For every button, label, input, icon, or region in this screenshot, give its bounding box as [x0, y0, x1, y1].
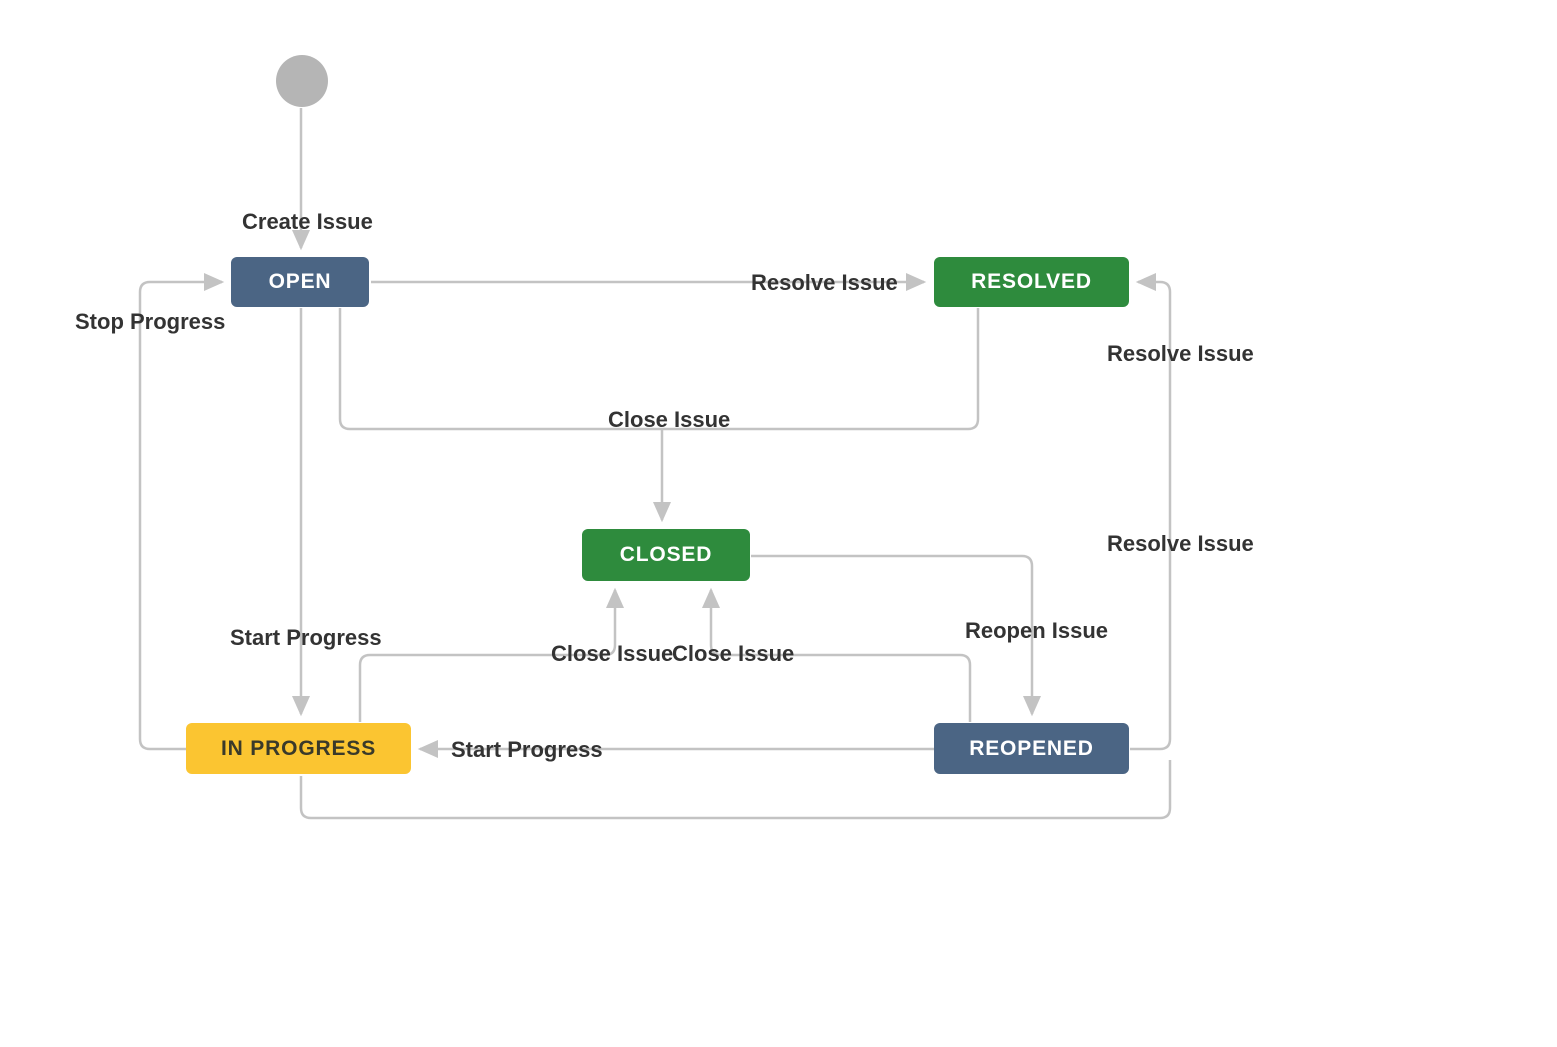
- state-resolved: RESOLVED: [934, 257, 1129, 307]
- state-reopened-label: REOPENED: [969, 737, 1094, 761]
- workflow-diagram: OPEN RESOLVED CLOSED IN PROGRESS REOPENE…: [0, 0, 1557, 1047]
- label-resolve-issue: Resolve Issue: [751, 270, 898, 296]
- label-reopen-issue: Reopen Issue: [965, 618, 1108, 644]
- state-closed-label: CLOSED: [620, 543, 713, 567]
- label-stop-progress: Stop Progress: [75, 309, 225, 335]
- label-create-issue: Create Issue: [242, 209, 373, 235]
- edges-layer: [0, 0, 1557, 1047]
- label-resolve-issue-reopened: Resolve Issue: [1107, 341, 1254, 367]
- state-closed: CLOSED: [582, 529, 750, 581]
- state-in-progress-label: IN PROGRESS: [221, 737, 376, 761]
- state-open: OPEN: [231, 257, 369, 307]
- label-start-progress: Start Progress: [230, 625, 382, 651]
- label-close-issue: Close Issue: [608, 407, 730, 433]
- state-open-label: OPEN: [269, 270, 332, 294]
- state-in-progress: IN PROGRESS: [186, 723, 411, 774]
- label-start-progress-reopened: Start Progress: [451, 737, 603, 763]
- label-resolve-issue-inprogress: Resolve Issue: [1107, 531, 1254, 557]
- state-reopened: REOPENED: [934, 723, 1129, 774]
- edge-stop-progress: [140, 282, 222, 749]
- state-resolved-label: RESOLVED: [971, 270, 1092, 294]
- state-start: [276, 55, 328, 107]
- label-close-issue-reopened: Close Issue: [672, 641, 794, 667]
- label-close-issue-inprogress: Close Issue: [551, 641, 673, 667]
